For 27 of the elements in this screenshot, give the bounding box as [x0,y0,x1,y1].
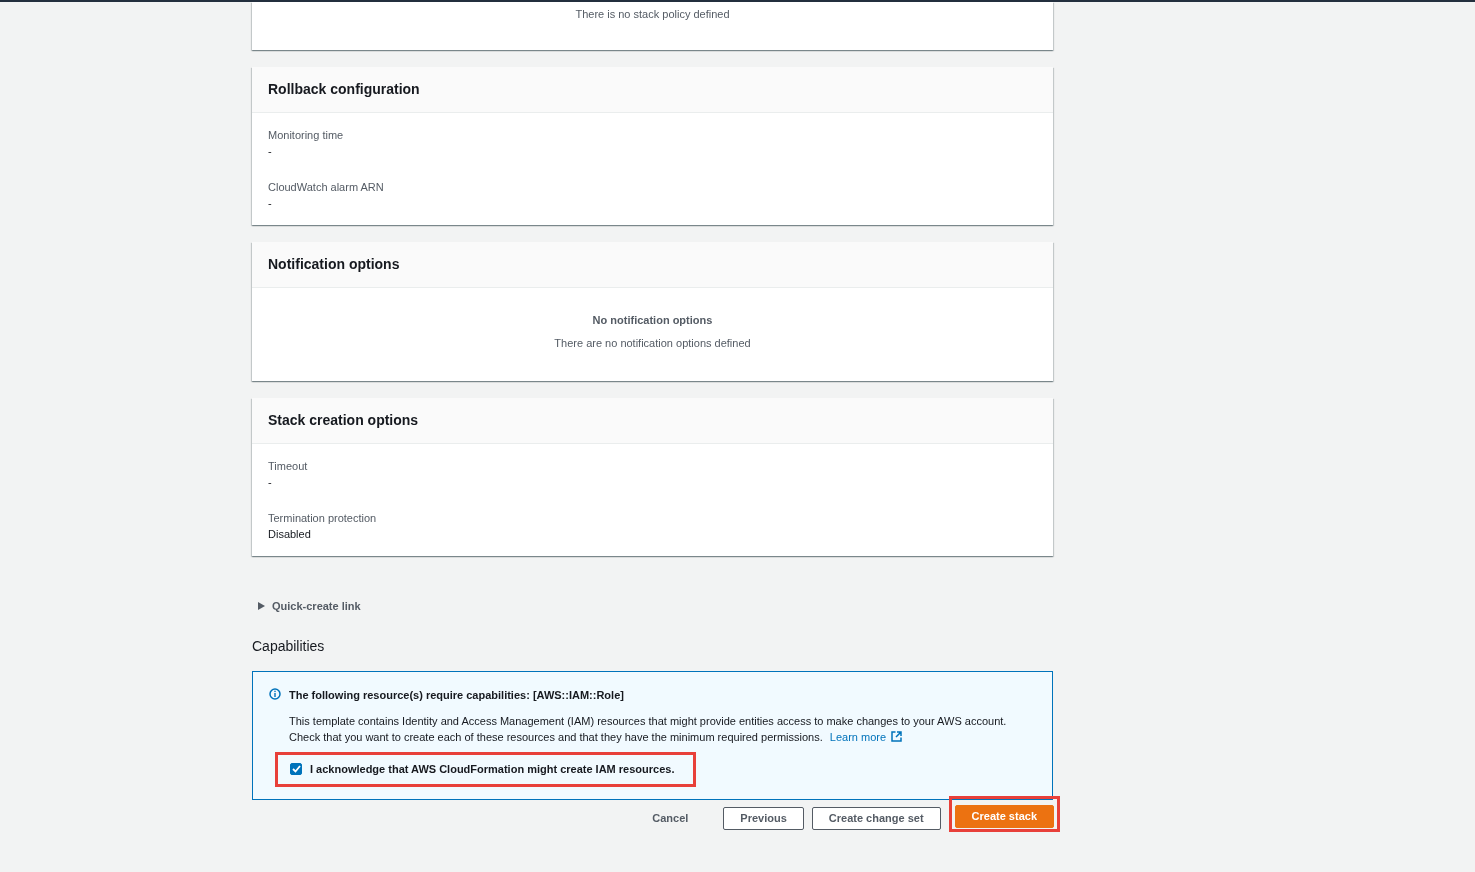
empty-message: There is no stack policy defined [574,7,731,22]
field-value: - [268,475,273,491]
external-link-icon[interactable] [891,731,903,743]
empty-heading: No notification options [591,313,714,327]
field-value: - [268,143,273,159]
alert-title: The following resource(s) require capabilities: [AWS::IAM::Role] [289,687,625,703]
field-value: Disabled [268,527,312,543]
panel-title: Rollback configuration [268,79,420,99]
action-button[interactable]: Previous [723,807,804,831]
action-button[interactable]: Create change set [811,807,941,831]
expander-link[interactable]: Quick-create link [272,598,361,615]
section-heading: Capabilities [252,636,326,656]
learn-more-link[interactable]: Learn more [829,731,903,744]
alert-text: This template contains Identity and Access Management (IAM) resources that might provide entities access to make changes to your AWS account. Check that you want to create each of these resources and that they have the minimum required permissions. Learn more [289,714,1008,746]
empty-message: There are no notification options defined [553,335,752,351]
acknowledge-checkbox[interactable]: I acknowledge that AWS CloudFormation might create IAM resources. [275,752,696,787]
field-label: Timeout [268,459,309,475]
caret-icon[interactable] [258,602,265,611]
field-value: - [268,195,273,211]
cancel-link[interactable]: Cancel [635,807,706,831]
info-icon [269,687,281,700]
field-label: Termination protection [268,511,378,527]
panel-title: Notification options [268,254,400,274]
field-label: Monitoring time [268,127,345,143]
panel-title: Stack creation options [268,411,419,431]
check-icon[interactable] [291,765,301,774]
field-label: CloudWatch alarm ARN [268,179,385,195]
